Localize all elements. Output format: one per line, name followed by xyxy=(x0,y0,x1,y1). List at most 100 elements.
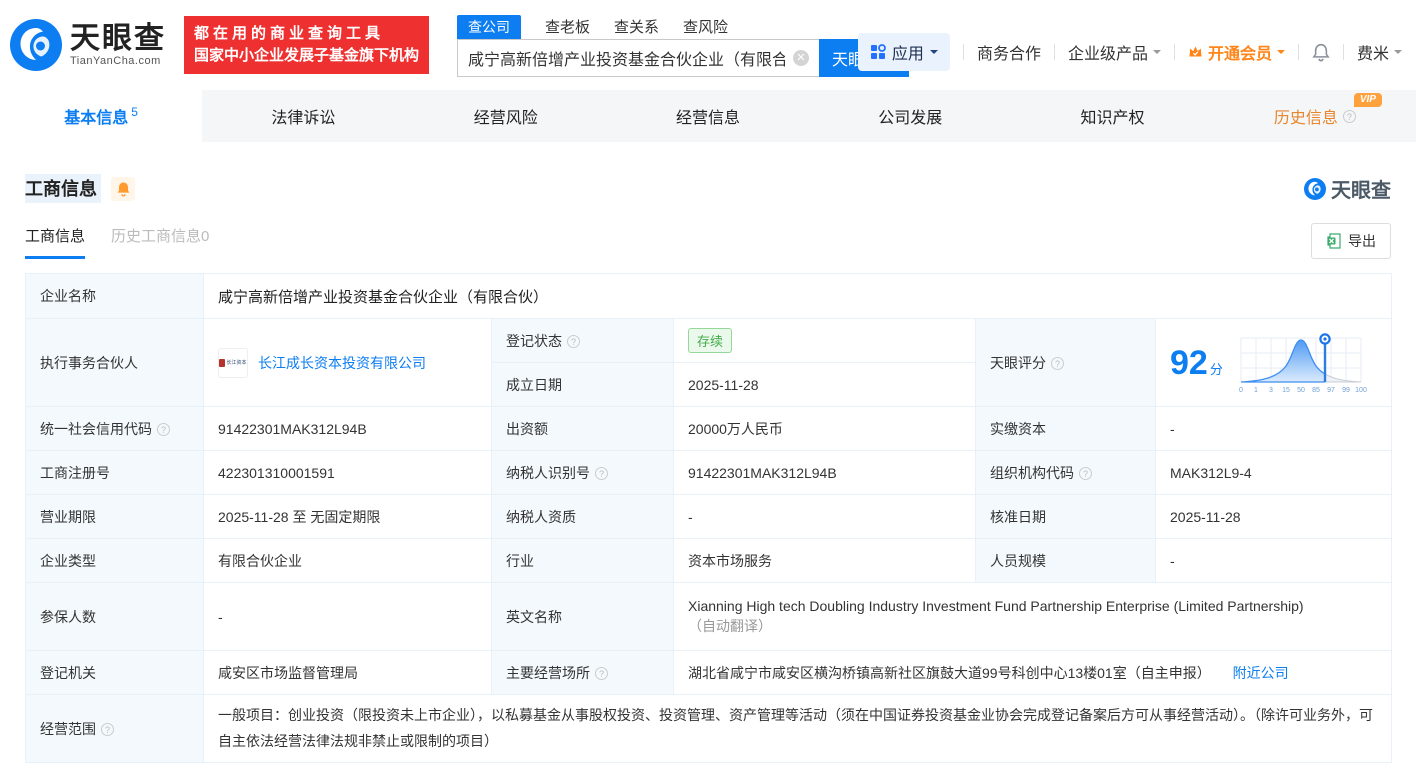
bell-icon xyxy=(117,181,129,197)
subtab-history-business-info[interactable]: 历史工商信息0 xyxy=(111,225,209,259)
staff-size-label: 人员规模 xyxy=(975,538,1156,583)
partner-logo: 长江资本 xyxy=(218,347,248,378)
business-info-table: 企业名称 咸宁高新倍增产业投资基金合伙企业（有限合伙） 执行事务合伙人 长江资本… xyxy=(25,273,1393,763)
question-circle-icon[interactable]: ? xyxy=(101,722,114,736)
business-scope-value: 一般项目：创业投资（限投资未上市企业），以私募基金从事股权投资、投资管理、资产管… xyxy=(202,694,1393,763)
table-row: 工商注册号 422301310001591 纳税人识别号? 91422301MA… xyxy=(25,450,1393,495)
reg-number-label: 工商注册号 xyxy=(25,450,204,495)
score-value: 92 xyxy=(1170,343,1208,382)
enterprise-products-menu[interactable]: 企业级产品 xyxy=(1068,40,1161,64)
credit-code-label: 统一社会信用代码? xyxy=(25,406,204,451)
approval-date-label: 核准日期 xyxy=(975,494,1156,539)
table-row: 执行事务合伙人 长江资本 长江成长资本投资有限公司 登记状态? 存续 天眼评分?… xyxy=(25,318,1393,407)
score-distribution-chart: 0 1 3 15 50 85 97 99 100 xyxy=(1239,332,1367,394)
address-label: 主要经营场所? xyxy=(491,650,674,695)
search-tab-boss[interactable]: 查老板 xyxy=(545,14,590,39)
table-row: 经营范围? 一般项目：创业投资（限投资未上市企业），以私募基金从事股权投资、投资… xyxy=(25,694,1393,763)
divider xyxy=(962,44,964,60)
org-code-value: MAK312L9-4 xyxy=(1154,450,1393,495)
taxpayer-quality-value: - xyxy=(673,494,976,539)
business-scope-label: 经营范围? xyxy=(25,694,204,763)
question-circle-icon[interactable]: ? xyxy=(595,466,608,480)
search-tab-company[interactable]: 查公司 xyxy=(457,15,522,39)
chevron-down-icon xyxy=(929,50,938,58)
company-nav-tabs: 基本信息 5 法律诉讼 经营风险 经营信息 公司发展 知识产权 VIP 历史信息… xyxy=(0,90,1416,142)
svg-text:85: 85 xyxy=(1312,387,1320,394)
table-row: 统一社会信用代码? 91422301MAK312L94B 出资额 20000万人… xyxy=(25,406,1393,451)
question-circle-icon[interactable]: ? xyxy=(1342,109,1356,123)
svg-text:3: 3 xyxy=(1269,387,1273,394)
svg-text:15: 15 xyxy=(1282,387,1290,394)
tab-company-development[interactable]: 公司发展 xyxy=(809,90,1011,142)
apps-label: 应用 xyxy=(891,46,924,63)
close-circle-icon[interactable]: ✕ xyxy=(793,50,810,66)
tab-intellectual-property[interactable]: 知识产权 xyxy=(1011,90,1213,142)
crown-icon xyxy=(1189,46,1202,57)
question-circle-icon[interactable]: ? xyxy=(567,334,580,348)
brand-name: 天眼查 xyxy=(70,22,166,56)
paid-capital-label: 实缴资本 xyxy=(975,406,1156,451)
subscribe-bell-button[interactable] xyxy=(111,176,135,201)
reg-number-value: 422301310001591 xyxy=(203,450,492,495)
divider xyxy=(1297,44,1299,60)
user-account-menu[interactable]: 费米 xyxy=(1357,40,1402,64)
business-term-label: 营业期限 xyxy=(25,494,204,539)
tianyan-score[interactable]: 92 分 0 1 3 15 50 85 97 99 100 xyxy=(1170,330,1377,396)
top-menu: 应用 商务合作 企业级产品 开通会员 费米 xyxy=(857,33,1402,71)
taxpayer-quality-label: 纳税人资质 xyxy=(491,494,674,539)
reg-authority-value: 咸安区市场监督管理局 xyxy=(203,650,492,695)
apps-menu[interactable]: 应用 xyxy=(857,33,950,71)
svg-text:97: 97 xyxy=(1327,387,1335,394)
question-circle-icon[interactable]: ? xyxy=(595,666,608,680)
chevron-down-icon xyxy=(1394,50,1402,58)
tab-history-info[interactable]: VIP 历史信息 ? xyxy=(1214,90,1416,142)
insured-count-label: 参保人数 xyxy=(25,582,204,651)
open-membership-menu[interactable]: 开通会员 xyxy=(1188,40,1285,64)
export-button[interactable]: 导出 xyxy=(1311,223,1391,259)
tab-basic-info[interactable]: 基本信息 5 xyxy=(0,90,203,142)
svg-text:99: 99 xyxy=(1342,387,1350,394)
auto-translate-note: （自动翻译） xyxy=(688,617,772,634)
question-circle-icon[interactable]: ? xyxy=(157,422,170,436)
tab-operational-risk[interactable]: 经营风险 xyxy=(405,90,607,142)
company-name-value: 咸宁高新倍增产业投资基金合伙企业（有限合伙） xyxy=(218,288,549,306)
business-cooperation-link[interactable]: 商务合作 xyxy=(977,40,1041,64)
question-circle-icon[interactable]: ? xyxy=(1051,356,1064,370)
english-name-value: Xianning High tech Doubling Industry Inv… xyxy=(688,597,1304,614)
table-row: 企业名称 咸宁高新倍增产业投资基金合伙企业（有限合伙） xyxy=(25,273,1393,319)
promo-line1: 都在用的商业查询工具 xyxy=(194,25,385,43)
executive-partner-link[interactable]: 长江成长资本投资有限公司 xyxy=(258,353,426,373)
chevron-down-icon xyxy=(1152,50,1161,58)
address-value: 湖北省咸宁市咸安区横沟桥镇高新社区旗鼓大道99号科创中心13楼01室（自主申报） xyxy=(688,664,1211,681)
tianyancha-watermark: 天眼查 xyxy=(1304,174,1391,203)
promo-line2: 国家中小企业发展子基金旗下机构 xyxy=(194,47,420,64)
tab-business-info[interactable]: 经营信息 xyxy=(607,90,809,142)
insured-count-value: - xyxy=(203,582,492,651)
table-row: 登记机关 咸安区市场监督管理局 主要经营场所? 湖北省咸宁市咸安区横沟桥镇高新社… xyxy=(25,650,1393,695)
establish-date-label: 成立日期 xyxy=(491,362,674,407)
tab-count-badge: 5 xyxy=(131,105,138,119)
chart-x-ticks: 0 1 3 15 50 85 97 99 100 xyxy=(1239,387,1367,394)
notifications-button[interactable] xyxy=(1312,43,1330,62)
paid-capital-value: - xyxy=(1154,406,1393,451)
svg-text:50: 50 xyxy=(1297,387,1305,394)
taxpayer-id-label: 纳税人识别号? xyxy=(491,450,674,495)
establish-date-value: 2025-11-28 xyxy=(673,362,976,407)
svg-text:0: 0 xyxy=(1239,387,1243,394)
brand-domain: TianYanCha.com xyxy=(70,54,161,67)
tab-legal-proceedings[interactable]: 法律诉讼 xyxy=(202,90,404,142)
tianyancha-logo[interactable]: 天眼查 TianYanCha.com xyxy=(10,19,166,71)
reg-authority-label: 登记机关 xyxy=(25,650,204,695)
subtab-business-info[interactable]: 工商信息 xyxy=(25,225,86,259)
divider xyxy=(1342,44,1344,60)
credit-code-value: 91422301MAK312L94B xyxy=(203,406,492,451)
staff-size-value: - xyxy=(1154,538,1393,583)
org-code-label: 组织机构代码? xyxy=(975,450,1156,495)
nearby-companies-link[interactable]: 附近公司 xyxy=(1233,665,1289,681)
username: 费米 xyxy=(1356,46,1389,63)
search-tab-relation[interactable]: 查关系 xyxy=(614,14,659,39)
search-input[interactable] xyxy=(457,39,820,77)
question-circle-icon[interactable]: ? xyxy=(1079,466,1092,480)
svg-text:1: 1 xyxy=(1254,387,1258,394)
search-tab-risk[interactable]: 查风险 xyxy=(683,14,728,39)
